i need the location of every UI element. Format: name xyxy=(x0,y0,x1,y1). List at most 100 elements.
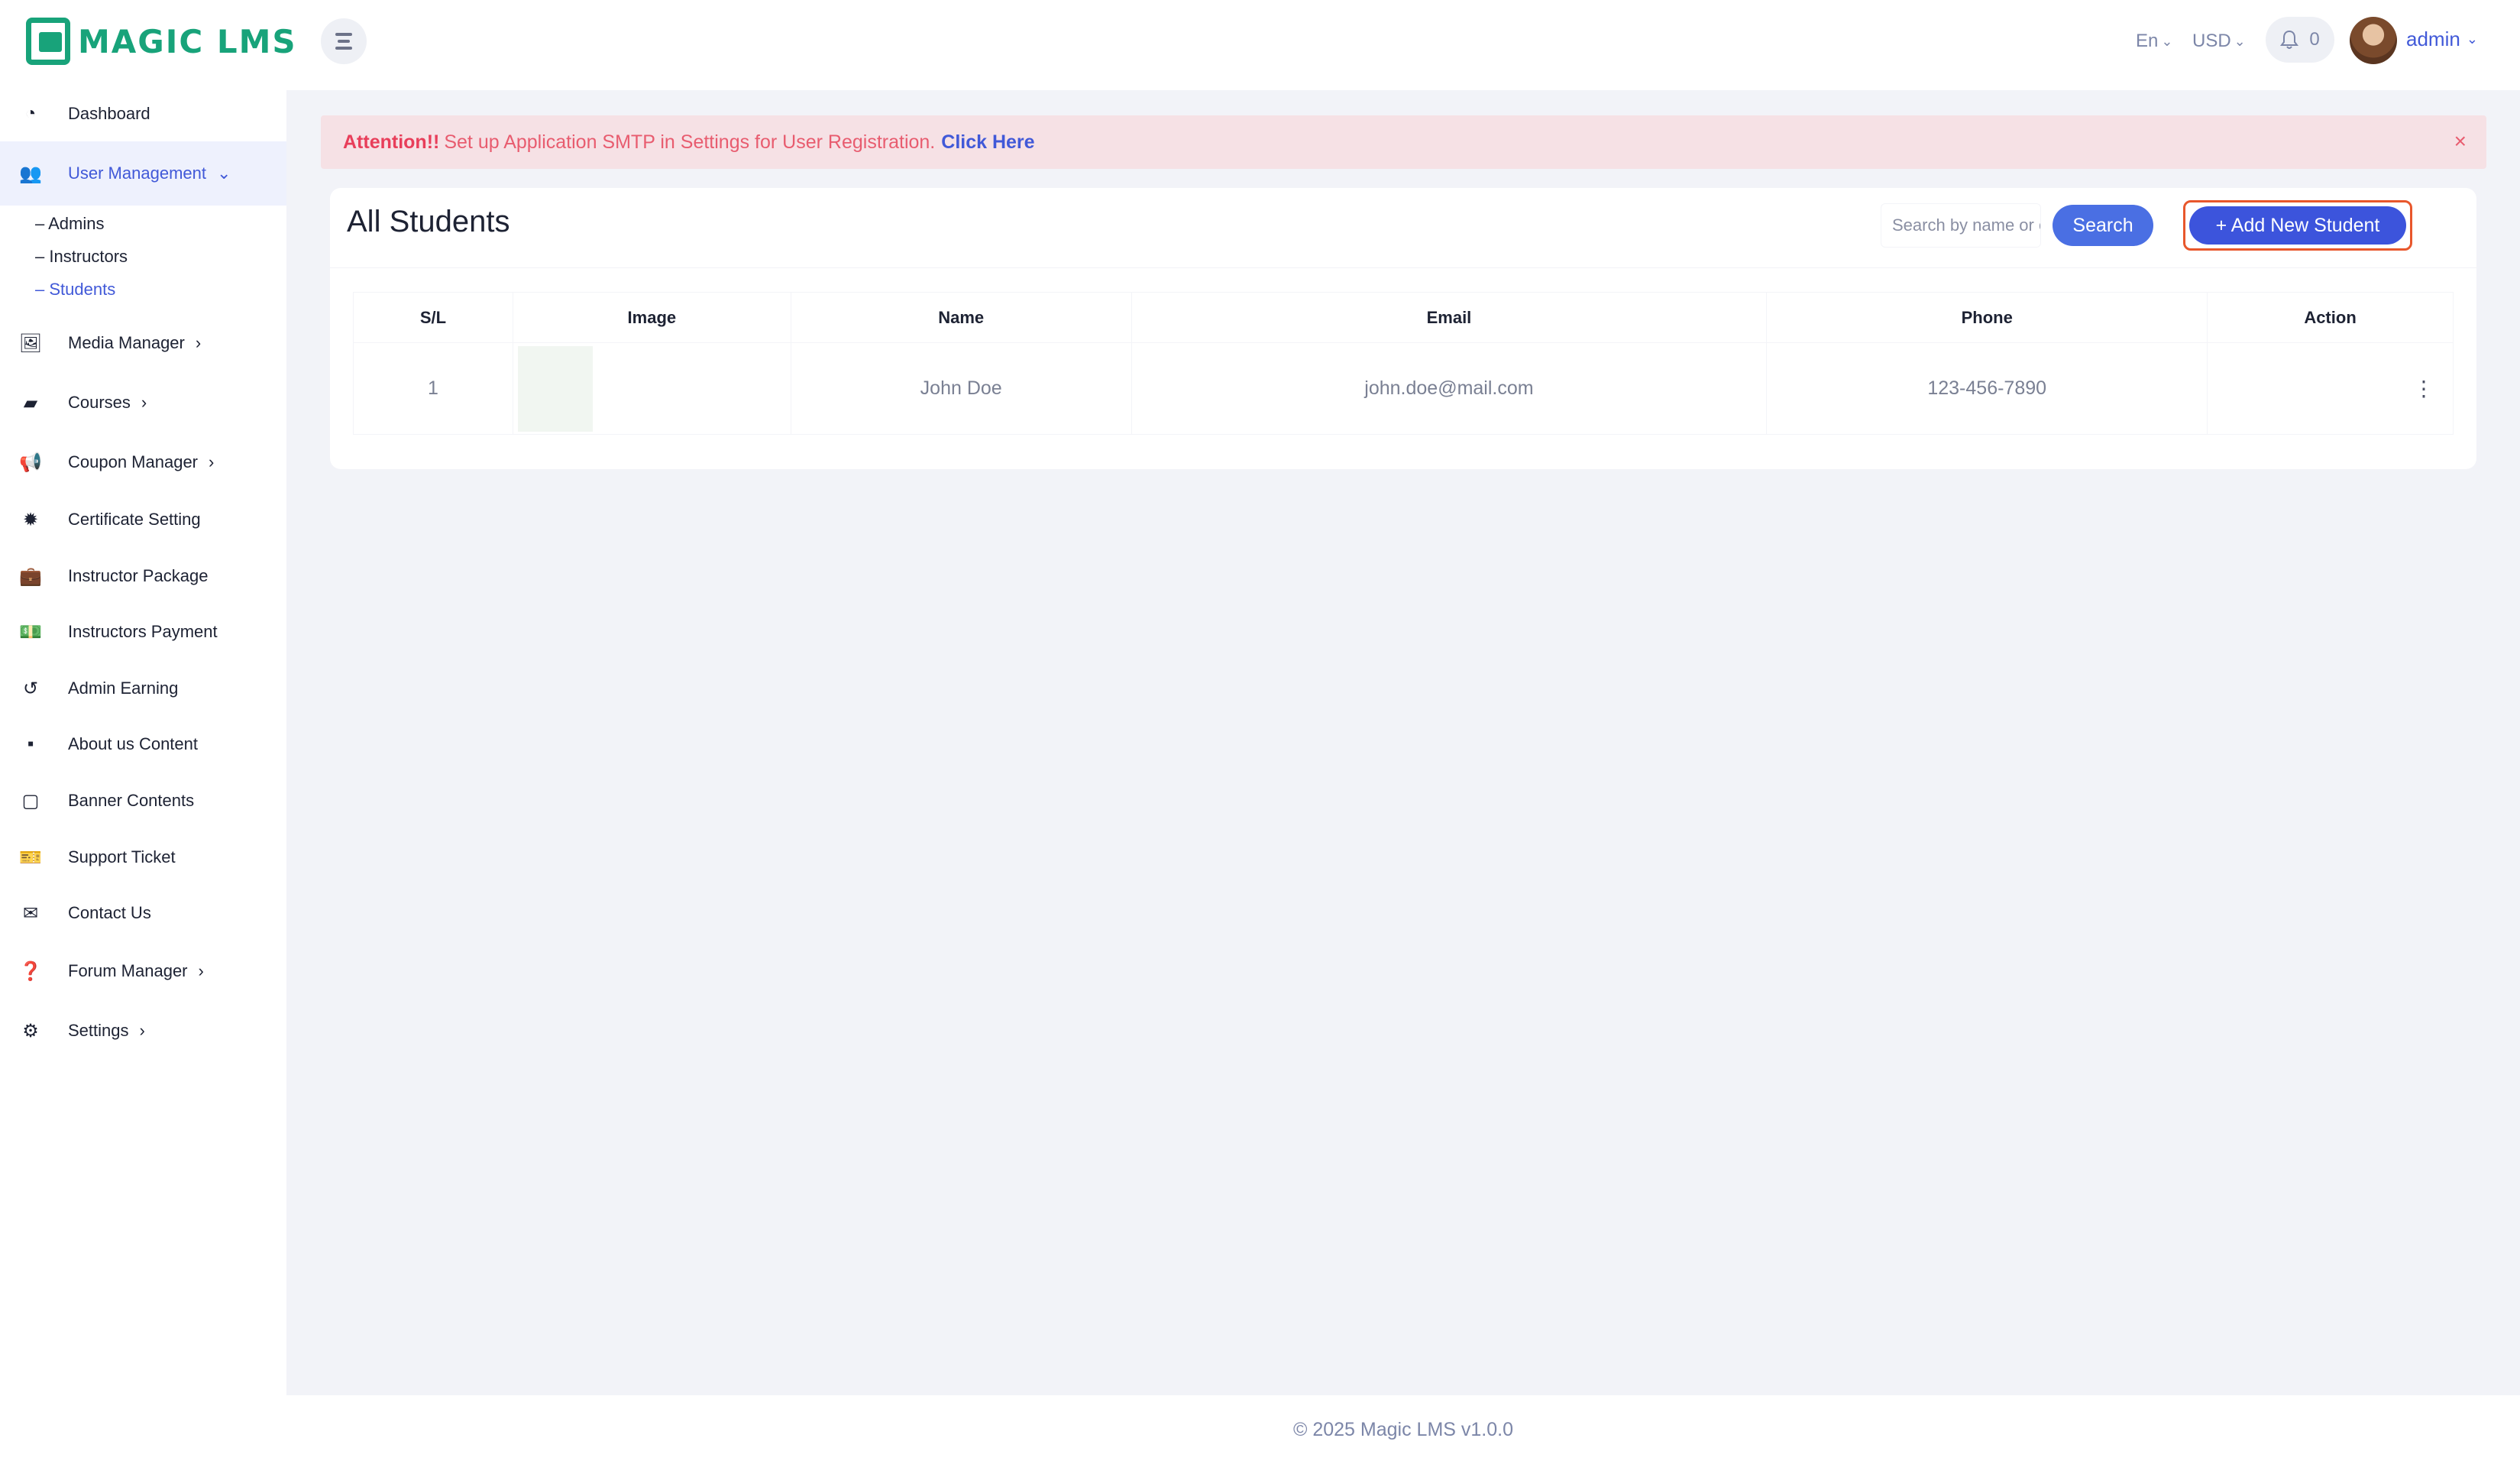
avatar[interactable] xyxy=(2350,17,2397,64)
column-header: Name xyxy=(790,292,1132,343)
users-icon: 👥 xyxy=(19,163,42,184)
dashboard-icon: ◔ xyxy=(24,103,37,124)
logo[interactable]: MAGIC LMS xyxy=(26,17,297,66)
column-header: Phone xyxy=(1766,292,2208,343)
cell-image xyxy=(512,342,791,435)
students-table: S/L Image Name Email Phone Action 1 John… xyxy=(353,292,2454,435)
language-label: En xyxy=(2136,31,2159,51)
footer: © 2025 Magic LMS v1.0.0 xyxy=(286,1395,2520,1464)
sidebar-subitem-students[interactable]: – Students xyxy=(35,280,115,300)
chevron-right-icon: › xyxy=(209,452,215,471)
history-icon: ↺ xyxy=(22,678,39,699)
sidebar-item-instructors-payment[interactable]: 💵 Instructors Payment xyxy=(0,609,286,655)
column-header: Image xyxy=(512,292,791,343)
currency-dropdown[interactable]: USD ⌄ xyxy=(2192,31,2246,52)
cell-name: John Doe xyxy=(790,342,1132,435)
footer-text: © 2025 Magic LMS v1.0.0 xyxy=(1292,1418,1513,1440)
chevron-down-icon: ⌄ xyxy=(2466,31,2478,47)
top-bar: MAGIC LMS En ⌄ USD ⌄ 0 admin ⌄ xyxy=(0,0,2520,90)
alert-message: Set up Application SMTP in Settings for … xyxy=(444,131,936,153)
sidebar-item-label: About us Content xyxy=(68,734,199,753)
menu-lines-icon xyxy=(338,40,350,43)
sidebar-item-label: Banner Contents xyxy=(68,791,195,810)
language-dropdown[interactable]: En ⌄ xyxy=(2136,31,2172,52)
close-icon[interactable]: × xyxy=(2454,129,2467,154)
sidebar-item-dashboard[interactable]: ◔ Dashboard xyxy=(0,91,286,137)
sidebar-item-label: Contact Us xyxy=(68,903,151,922)
column-header: S/L xyxy=(353,292,513,343)
sidebar-subitem-instructors[interactable]: – Instructors xyxy=(35,247,128,267)
sidebar-item-certificate-setting[interactable]: ✹ Certificate Setting xyxy=(0,497,286,543)
search-button[interactable]: Search xyxy=(2053,205,2153,246)
megaphone-icon: 📢 xyxy=(19,452,42,473)
alert-link[interactable]: Click Here xyxy=(941,131,1034,154)
note-icon: ▪ xyxy=(27,734,34,754)
sidebar-item-settings[interactable]: ⚙ Settings › xyxy=(0,1008,286,1054)
sidebar-item-forum-manager[interactable]: ❓ Forum Manager › xyxy=(0,948,286,994)
row-actions-menu[interactable]: ⋮ xyxy=(2207,342,2454,435)
cell-email: john.doe@mail.com xyxy=(1131,342,1768,435)
sidebar-subitem-admins[interactable]: – Admins xyxy=(35,214,105,234)
chevron-right-icon: › xyxy=(141,393,147,412)
book-icon: ▰ xyxy=(23,392,38,413)
question-circle-icon: ❓ xyxy=(19,960,42,982)
cell-phone: 123-456-7890 xyxy=(1766,342,2208,435)
more-vertical-icon: ⋮ xyxy=(2413,377,2434,400)
briefcase-icon: 💼 xyxy=(19,565,42,587)
sidebar-item-admin-earning[interactable]: ↺ Admin Earning xyxy=(0,666,286,711)
chevron-right-icon: › xyxy=(139,1021,145,1040)
certificate-icon: ✹ xyxy=(22,509,39,530)
chevron-right-icon: › xyxy=(195,333,202,352)
sidebar-item-label-wrap: User Management ⌄ xyxy=(68,164,231,183)
sidebar-item-label-wrap: Coupon Manager › xyxy=(68,452,214,472)
logo-icon xyxy=(26,18,70,65)
table-header-row: S/L Image Name Email Phone Action xyxy=(353,292,2454,343)
smtp-alert: Attention!! Set up Application SMTP in S… xyxy=(321,115,2486,169)
search-input[interactable]: Search by name or email xyxy=(1881,203,2041,248)
sidebar-item-user-management[interactable]: 👥 User Management ⌄ xyxy=(0,141,286,206)
sidebar-item-courses[interactable]: ▰ Courses › xyxy=(0,380,286,426)
chevron-down-icon: ⌄ xyxy=(2161,33,2173,49)
sidebar-item-label-wrap: Media Manager › xyxy=(68,333,201,353)
sidebar-item-label: Admin Earning xyxy=(68,679,179,698)
sidebar-item-coupon-manager[interactable]: 📢 Coupon Manager › xyxy=(0,439,286,485)
currency-label: USD xyxy=(2192,31,2231,51)
user-menu[interactable]: admin ⌄ xyxy=(2406,28,2478,51)
chevron-down-icon: ⌄ xyxy=(2234,33,2246,49)
students-card: All Students Search by name or email Sea… xyxy=(330,188,2476,469)
envelope-open-icon: ✉ xyxy=(22,902,39,924)
image-icon: 🖼 xyxy=(18,332,43,354)
table-row: 1 John Doe john.doe@mail.com 123-456-789… xyxy=(353,342,2454,435)
column-header: Email xyxy=(1131,292,1768,343)
sidebar: ◔ Dashboard 👥 User Management ⌄ – Admins … xyxy=(0,90,286,1464)
logo-text: MAGIC LMS xyxy=(78,22,297,60)
notification-count: 0 xyxy=(2309,29,2320,50)
sidebar-item-label: Coupon Manager xyxy=(68,452,199,471)
notifications-button[interactable]: 0 xyxy=(2266,17,2334,63)
column-header: Action xyxy=(2207,292,2454,343)
sidebar-item-label: Settings xyxy=(68,1021,129,1040)
menu-toggle-button[interactable] xyxy=(321,18,367,64)
cell-sl: 1 xyxy=(353,342,513,435)
sidebar-item-label: Courses xyxy=(68,393,131,412)
sidebar-item-label: Support Ticket xyxy=(68,847,176,866)
sidebar-item-label: User Management xyxy=(68,164,206,183)
sidebar-item-media-manager[interactable]: 🖼 Media Manager › xyxy=(0,320,286,366)
sidebar-item-about-us-content[interactable]: ▪ About us Content xyxy=(0,721,286,767)
sidebar-item-support-ticket[interactable]: 🎫 Support Ticket xyxy=(0,834,286,880)
sidebar-item-label: Dashboard xyxy=(68,104,150,123)
menu-lines-icon xyxy=(335,33,352,36)
sidebar-item-contact-us[interactable]: ✉ Contact Us xyxy=(0,890,286,936)
sidebar-item-banner-contents[interactable]: ▢ Banner Contents xyxy=(0,778,286,824)
sidebar-item-label: Media Manager xyxy=(68,333,185,352)
sidebar-item-label-wrap: Settings › xyxy=(68,1021,145,1041)
sidebar-item-label: Certificate Setting xyxy=(68,510,201,529)
money-icon: 💵 xyxy=(19,621,42,643)
add-new-student-button[interactable]: + Add New Student xyxy=(2189,206,2406,245)
sidebar-item-instructor-package[interactable]: 💼 Instructor Package xyxy=(0,553,286,599)
sidebar-item-label-wrap: Forum Manager › xyxy=(68,961,204,981)
alert-title: Attention!! xyxy=(343,131,440,153)
menu-lines-icon xyxy=(335,47,352,50)
student-thumbnail xyxy=(517,345,593,432)
chevron-down-icon: ⌄ xyxy=(216,164,231,183)
